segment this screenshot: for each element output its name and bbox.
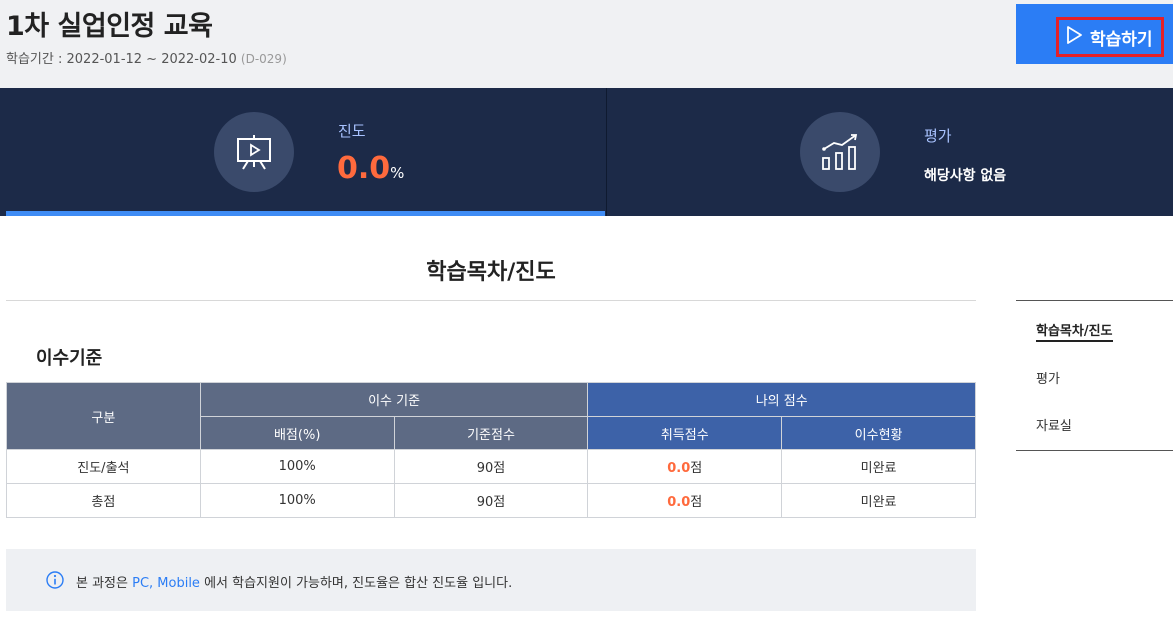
evaluation-label: 평가 (924, 127, 952, 145)
progress-underline (6, 211, 605, 216)
presentation-icon (237, 135, 271, 170)
notice-post: 에서 학습지원이 가능하며, 진도율은 합산 진도율 입니다. (199, 576, 513, 591)
side-nav-item-evaluation[interactable]: 평가 (1036, 368, 1060, 387)
course-title: 1차 실업인정 교육 (6, 11, 213, 42)
study-button[interactable]: 학습하기 (1016, 4, 1173, 64)
presentation-icon-circle (214, 112, 294, 192)
completion-criteria-title: 이수기준 (36, 348, 103, 369)
progress-value: 0.0% (337, 151, 404, 186)
row-standard: 90점 (393, 449, 589, 484)
period-label: 학습기간 : (6, 52, 67, 67)
evaluation-panel: 평가 해당사항 없음 (606, 88, 1173, 216)
progress-unit: % (390, 164, 405, 182)
notice-text: 본 과정은 PC, Mobile 에서 학습지원이 가능하며, 진도율은 합산 … (76, 572, 512, 591)
growth-chart-icon (822, 134, 858, 170)
completion-table: 구분 이수 기준 나의 점수 배점(%) 기준점수 취득점수 이수현황 진도/출… (6, 382, 976, 518)
period-value: 2022-01-12 ~ 2022-02-10 (66, 52, 237, 67)
acquired-unit: 점 (690, 495, 703, 510)
row-weight: 100% (199, 449, 395, 484)
stats-bar: 진도 0.0% 평가 해당사항 없음 (0, 88, 1173, 216)
chart-icon-circle (800, 112, 880, 192)
row-category: 총점 (6, 483, 201, 518)
row-category: 진도/출석 (6, 449, 201, 484)
row-standard: 90점 (393, 483, 589, 518)
side-nav-item-resources[interactable]: 자료실 (1036, 415, 1072, 434)
play-icon (1067, 26, 1082, 44)
table-row: 진도/출석 100% 90점 0.0점 미완료 (6, 449, 976, 484)
evaluation-value: 해당사항 없음 (924, 168, 1007, 184)
side-nav-item-toc[interactable]: 학습목차/진도 (1036, 320, 1113, 342)
progress-number: 0.0 (337, 151, 391, 186)
header-my-score-group: 나의 점수 (587, 382, 976, 417)
row-weight: 100% (199, 483, 395, 518)
header-criteria-group: 이수 기준 (199, 382, 589, 417)
acquired-score: 0.0 (667, 461, 691, 476)
row-status: 미완료 (781, 483, 976, 518)
header-standard: 기준점수 (393, 416, 589, 450)
notice-pre: 본 과정은 (76, 576, 133, 591)
progress-label: 진도 (338, 122, 366, 140)
progress-panel: 진도 0.0% (6, 88, 605, 216)
row-status: 미완료 (781, 449, 976, 484)
acquired-score: 0.0 (667, 495, 691, 510)
dday-badge: (D-029) (240, 52, 287, 66)
study-period: 학습기간 : 2022-01-12 ~ 2022-02-10 (D-029) (6, 48, 287, 67)
study-button-label: 학습하기 (1090, 30, 1153, 49)
acquired-unit: 점 (690, 461, 703, 476)
section-title: 학습목차/진도 (426, 260, 556, 285)
header-acquired: 취득점수 (587, 416, 783, 450)
info-icon (46, 571, 64, 589)
header-status: 이수현황 (781, 416, 976, 450)
header-category: 구분 (6, 382, 201, 450)
notice-box: 본 과정은 PC, Mobile 에서 학습지원이 가능하며, 진도율은 합산 … (6, 549, 976, 611)
row-acquired: 0.0점 (587, 483, 783, 518)
notice-platforms: PC, Mobile (132, 576, 200, 591)
section-divider (6, 300, 976, 301)
course-header: 1차 실업인정 교육 학습기간 : 2022-01-12 ~ 2022-02-1… (0, 0, 1173, 88)
side-nav: 학습목차/진도 평가 자료실 (1016, 300, 1173, 451)
header-weight: 배점(%) (199, 416, 395, 450)
table-row: 총점 100% 90점 0.0점 미완료 (6, 483, 976, 518)
row-acquired: 0.0점 (587, 449, 783, 484)
